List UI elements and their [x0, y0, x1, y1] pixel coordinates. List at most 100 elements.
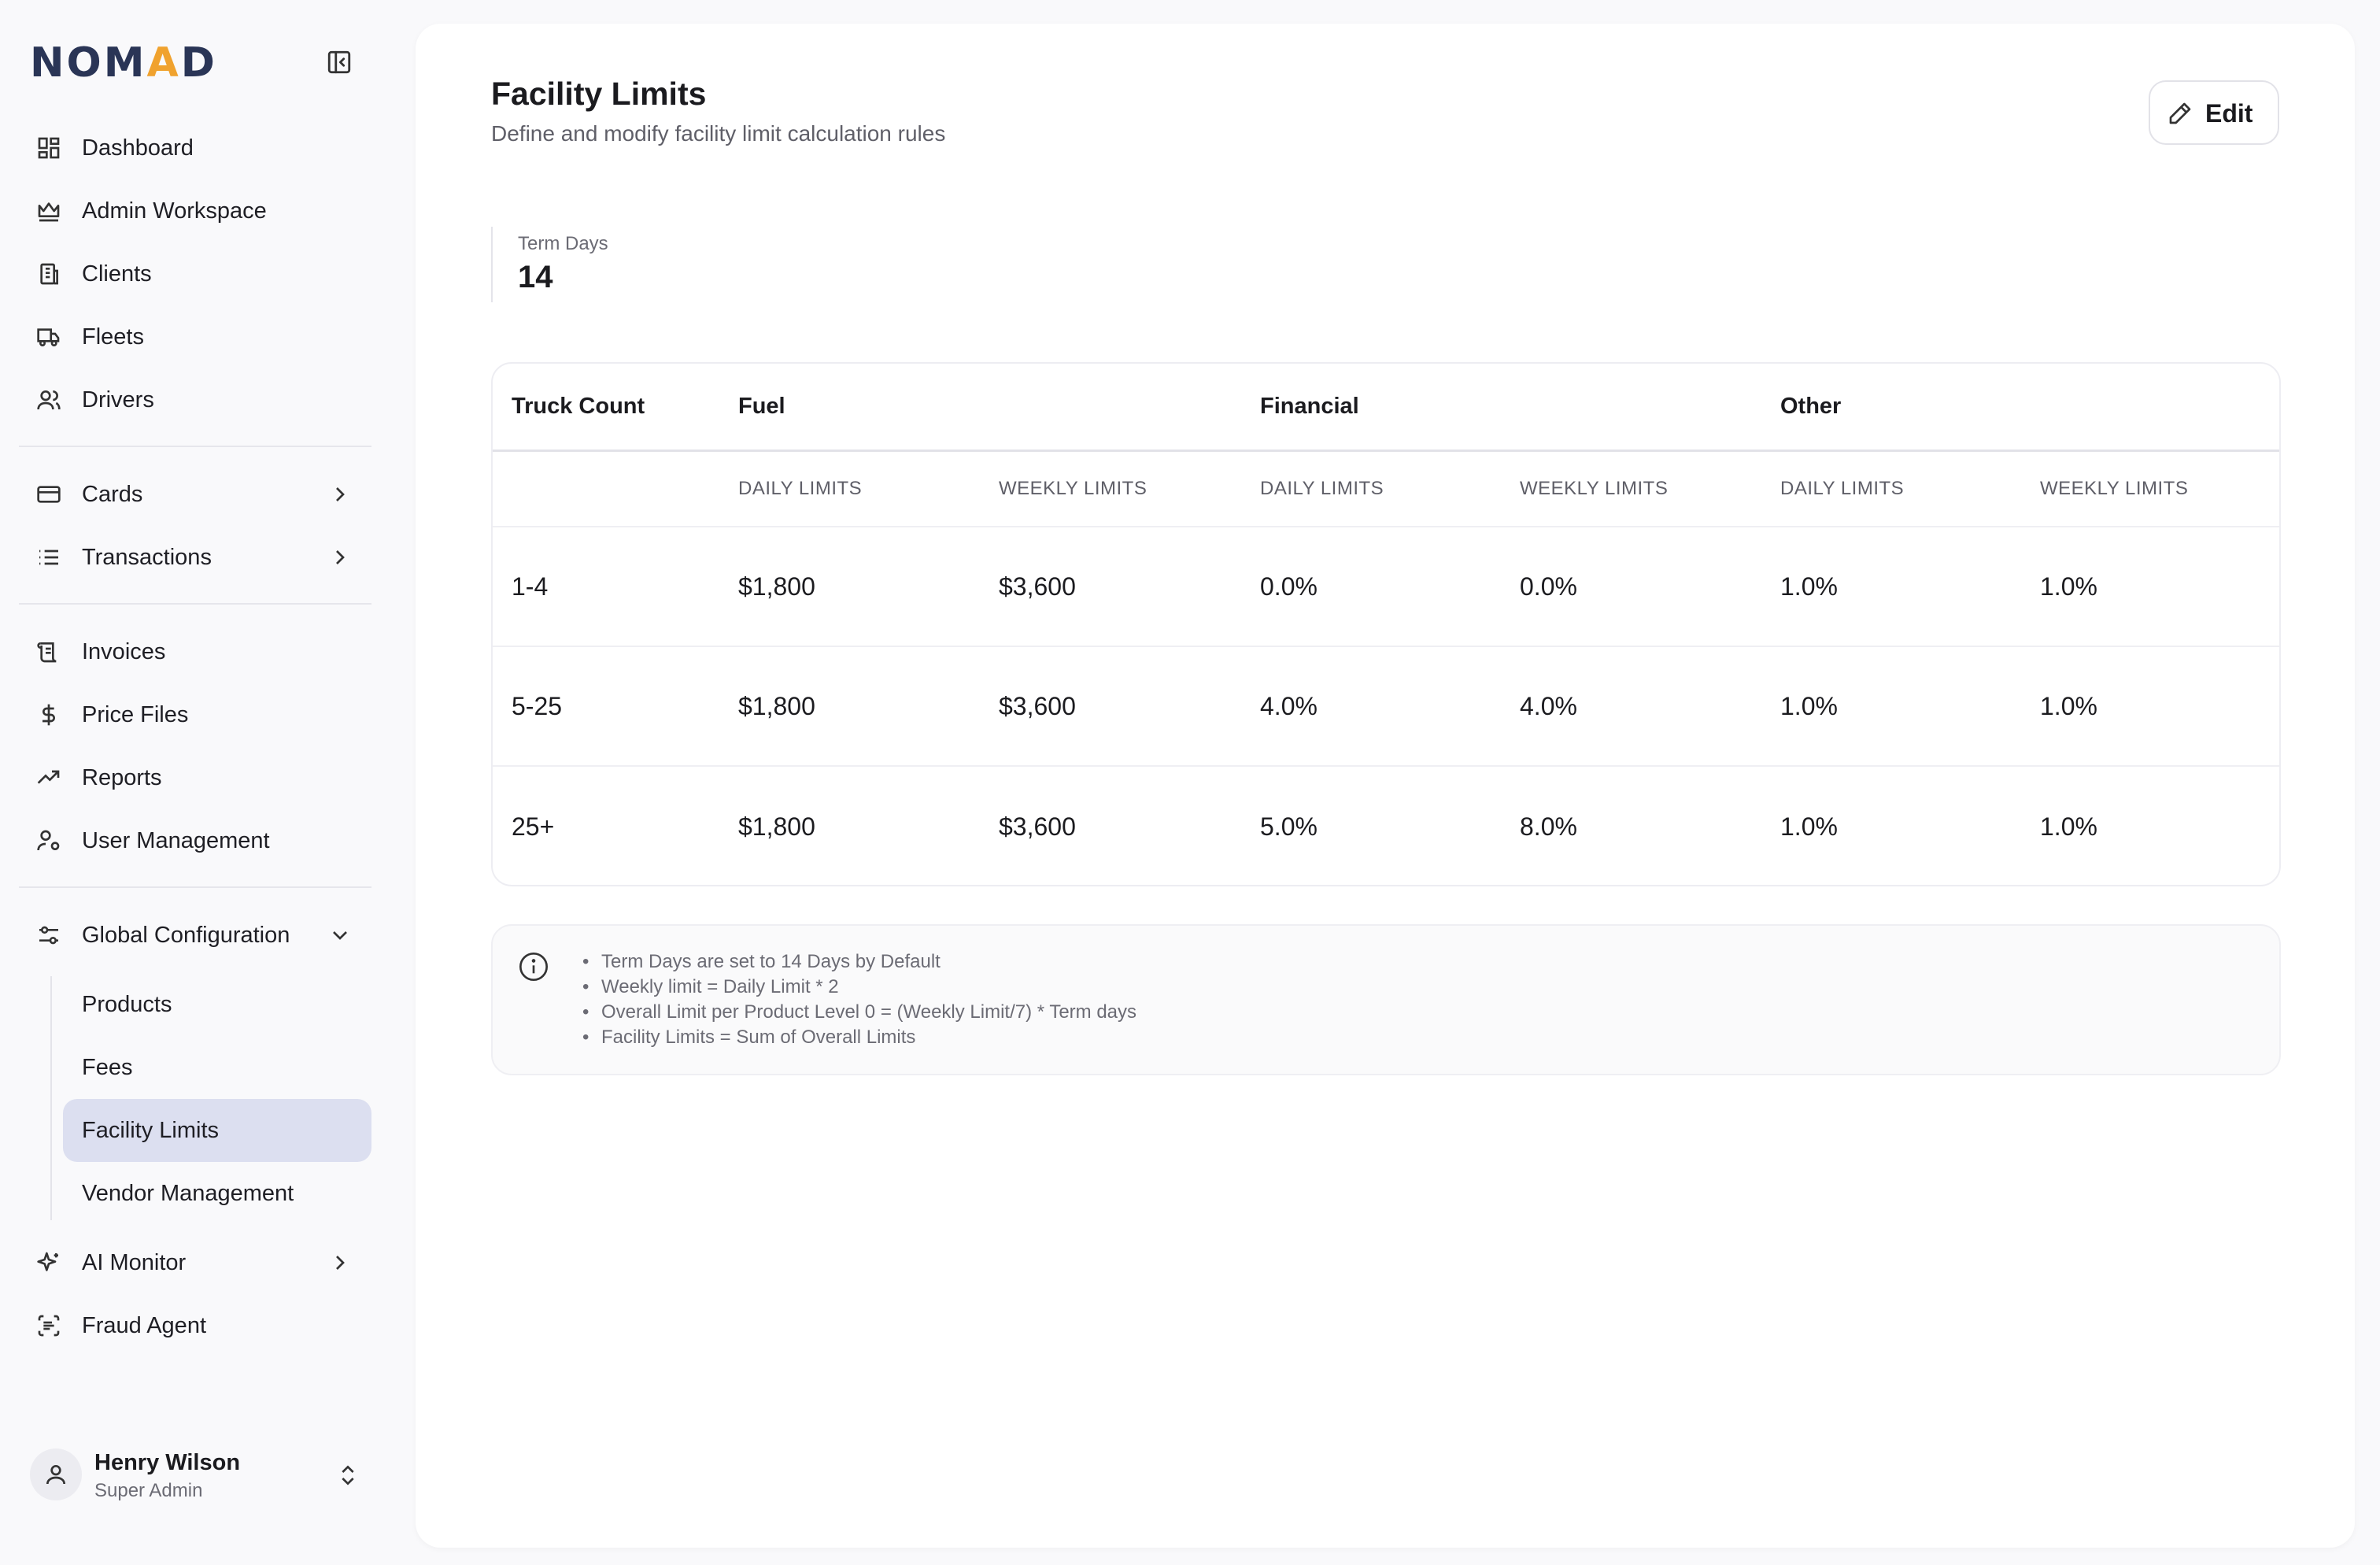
sidebar-item-user-management[interactable]: User Management — [19, 811, 371, 871]
sidebar-item-global-configuration[interactable]: Global Configuration — [19, 905, 371, 965]
sidebar-item-ai-monitor[interactable]: AI Monitor — [19, 1233, 371, 1293]
sidebar-subitem-label: Facility Limits — [82, 1117, 220, 1143]
avatar — [30, 1448, 82, 1500]
edit-button[interactable]: Edit — [2149, 80, 2279, 145]
sidebar-item-label: Drivers — [82, 387, 154, 413]
table-cell: 4.0% — [1520, 691, 1577, 720]
sidebar-item-invoices[interactable]: Invoices — [19, 622, 371, 682]
table-cell: 5.0% — [1260, 812, 1318, 841]
note-item: Weekly limit = Daily Limit * 2 — [582, 975, 1136, 1000]
table-cell: 1.0% — [2040, 812, 2097, 841]
scan-text-icon — [36, 1313, 61, 1338]
info-icon — [518, 951, 549, 986]
table-cell: 1.0% — [1780, 691, 1838, 720]
sidebar-item-reports[interactable]: Reports — [19, 748, 371, 808]
table-cell-truck-count: 25+ — [512, 812, 555, 841]
table-cell: $3,600 — [999, 572, 1076, 601]
list-icon — [36, 545, 61, 570]
sidebar-item-label: Fleets — [82, 324, 144, 350]
sidebar-item-clients[interactable]: Clients — [19, 244, 371, 304]
sidebar-item-transactions[interactable]: Transactions — [19, 527, 371, 587]
users-icon — [36, 387, 61, 413]
nomad-logo[interactable]: NOMAD — [30, 39, 217, 87]
sidebar-divider — [19, 603, 371, 605]
column-subheader: DAILY LIMITS — [1780, 478, 1905, 499]
sliders-icon — [36, 923, 61, 948]
sidebar-item-fleets[interactable]: Fleets — [19, 307, 371, 367]
sidebar-collapse-icon[interactable] — [326, 49, 357, 80]
logo-row: NOMAD — [30, 39, 360, 87]
logo-text-part: D — [180, 39, 217, 87]
table-cell: 1.0% — [2040, 691, 2097, 720]
column-header-truck-count: Truck Count — [512, 394, 645, 419]
sidebar-item-fraud-agent[interactable]: Fraud Agent — [19, 1296, 371, 1356]
dollar-icon — [36, 702, 61, 727]
sidebar-item-drivers[interactable]: Drivers — [19, 370, 371, 430]
sidebar-subitem-products[interactable]: Products — [63, 973, 371, 1036]
page-subtitle: Define and modify facility limit calcula… — [491, 121, 946, 146]
user-icon — [46, 1465, 65, 1485]
sidebar-item-admin-workspace[interactable]: Admin Workspace — [19, 181, 371, 241]
sidebar-item-label: Transactions — [82, 544, 212, 570]
term-days-stat: Term Days 14 — [491, 227, 806, 302]
table-cell: 0.0% — [1520, 572, 1577, 601]
sidebar-item-label: Price Files — [82, 701, 189, 727]
sidebar-item-price-files[interactable]: Price Files — [19, 685, 371, 745]
building-icon — [36, 261, 61, 287]
truck-icon — [36, 324, 61, 350]
submenu-guide-line — [50, 976, 52, 1220]
sidebar-subitem-facility-limits[interactable]: Facility Limits — [63, 1099, 371, 1162]
table-cell: $1,800 — [738, 572, 815, 601]
term-days-label: Term Days — [518, 233, 608, 254]
table-cell: 1.0% — [2040, 572, 2097, 601]
column-subheader: WEEKLY LIMITS — [2040, 478, 2189, 499]
table-row: 5-25 $1,800 $3,600 4.0% 4.0% 1.0% 1.0% — [493, 647, 2279, 767]
column-subheader: DAILY LIMITS — [1260, 478, 1384, 499]
user-name: Henry Wilson — [94, 1450, 241, 1475]
sidebar-item-label: Global Configuration — [82, 922, 290, 948]
pencil-icon — [2169, 102, 2191, 124]
column-header-financial: Financial — [1260, 394, 1359, 419]
table-cell: 0.0% — [1260, 572, 1318, 601]
facility-limits-table: Truck Count Fuel Financial Other DAILY L… — [491, 362, 2281, 886]
sidebar-item-label: Fraud Agent — [82, 1312, 206, 1338]
table-row: 25+ $1,800 $3,600 5.0% 8.0% 1.0% 1.0% — [493, 767, 2279, 885]
sidebar-item-label: Cards — [82, 481, 143, 507]
user-role: Super Admin — [94, 1480, 203, 1501]
table-cell: $1,800 — [738, 812, 815, 841]
sidebar-item-cards[interactable]: Cards — [19, 464, 371, 524]
trending-up-icon — [36, 765, 61, 790]
user-cog-icon — [36, 828, 61, 853]
sparkles-icon — [36, 1250, 61, 1275]
term-days-value: 14 — [518, 260, 553, 294]
sidebar-item-label: Dashboard — [82, 135, 194, 161]
sidebar-item-label: Admin Workspace — [82, 198, 267, 224]
column-subheader: DAILY LIMITS — [738, 478, 863, 499]
sidebar-item-label: AI Monitor — [82, 1249, 187, 1275]
sidebar-subitem-fees[interactable]: Fees — [63, 1036, 371, 1099]
chevron-right-icon — [327, 1250, 353, 1275]
sidebar-item-dashboard[interactable]: Dashboard — [19, 118, 371, 178]
sidebar-item-label: Clients — [82, 261, 152, 287]
notes-list: Term Days are set to 14 Days by Default … — [582, 949, 1136, 1050]
table-cell: $3,600 — [999, 812, 1076, 841]
user-menu[interactable]: Henry Wilson Super Admin — [30, 1445, 376, 1508]
column-subheader: WEEKLY LIMITS — [999, 478, 1148, 499]
chevrons-up-down-icon[interactable] — [335, 1463, 360, 1488]
table-cell: 8.0% — [1520, 812, 1577, 841]
table-cell: $1,800 — [738, 691, 815, 720]
column-header-fuel: Fuel — [738, 394, 785, 419]
sidebar-divider — [19, 886, 371, 888]
scroll-icon — [36, 639, 61, 664]
sidebar-item-label: Reports — [82, 764, 162, 790]
sidebar-item-label: User Management — [82, 827, 270, 853]
chevron-right-icon — [327, 545, 353, 570]
page-title: Facility Limits — [491, 76, 707, 112]
chevron-right-icon — [327, 482, 353, 507]
info-notes-panel: Term Days are set to 14 Days by Default … — [491, 924, 2281, 1075]
table-cell: 1.0% — [1780, 812, 1838, 841]
table-group-header-row: Truck Count Fuel Financial Other — [493, 364, 2279, 452]
table-cell: 4.0% — [1260, 691, 1318, 720]
sidebar-subitem-vendor-management[interactable]: Vendor Management — [63, 1162, 371, 1225]
credit-card-icon — [36, 482, 61, 507]
